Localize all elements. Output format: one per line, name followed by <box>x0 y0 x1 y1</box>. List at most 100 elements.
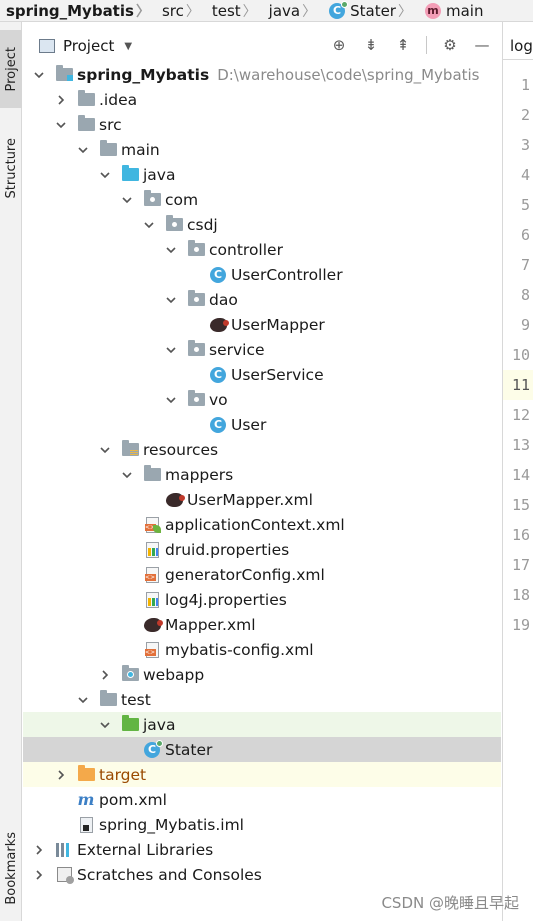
tree-item-label: mappers <box>165 465 234 484</box>
tab-bookmarks[interactable]: Bookmarks <box>0 822 22 914</box>
project-window-icon <box>39 39 55 53</box>
breadcrumb-item-src[interactable]: src 〉 <box>154 0 204 21</box>
tree-row[interactable]: C Stater <box>23 737 501 762</box>
editor-tab[interactable]: log <box>503 32 533 60</box>
chevron-down-icon[interactable] <box>165 294 177 306</box>
tree-row[interactable]: vo <box>23 387 501 412</box>
tree-item-label: service <box>209 340 265 359</box>
chevron-down-icon[interactable] <box>99 444 111 456</box>
xml-icon: <> <box>143 641 161 658</box>
chevron-down-icon[interactable] <box>165 394 177 406</box>
tree-item-label: src <box>99 115 122 134</box>
gear-icon[interactable]: ⚙ <box>441 36 459 54</box>
tree-item-label: spring_Mybatis.iml <box>99 815 244 834</box>
tree-row[interactable]: main <box>23 137 501 162</box>
tree-item-label: java <box>143 715 176 734</box>
tree-row[interactable]: <> applicationContext.xml <box>23 512 501 537</box>
tab-structure[interactable]: Structure <box>0 122 22 214</box>
hide-icon[interactable]: — <box>473 36 491 54</box>
tree-row[interactable]: m pom.xml <box>23 787 501 812</box>
chevron-down-icon[interactable] <box>143 219 155 231</box>
tree-row[interactable]: src <box>23 112 501 137</box>
line-number-gutter: 1 2 3 4 5 6 7 8 9 10 11 12 13 14 15 16 17 18 19 <box>503 70 533 640</box>
tree-row[interactable]: java <box>23 162 501 187</box>
chevron-right-icon[interactable] <box>33 844 45 856</box>
tree-row[interactable]: C UserController <box>23 262 501 287</box>
line-number: 15 <box>511 496 530 514</box>
properties-icon <box>143 541 161 558</box>
tree-row[interactable]: Scratches and Consoles <box>23 862 501 887</box>
tree-row[interactable]: dao <box>23 287 501 312</box>
tree-row[interactable]: test <box>23 687 501 712</box>
chevron-down-icon[interactable] <box>77 694 89 706</box>
collapse-all-icon[interactable]: ⇞ <box>394 36 412 54</box>
tree-row[interactable]: spring_Mybatis D:\warehouse\code\spring_M… <box>23 62 501 87</box>
tree-row[interactable]: C User <box>23 412 501 437</box>
tree-row[interactable]: log4j.properties <box>23 587 501 612</box>
package-icon <box>187 290 205 308</box>
tree-row[interactable]: druid.properties <box>23 537 501 562</box>
line-number: 2 <box>520 106 530 124</box>
tree-item-label: vo <box>209 390 228 409</box>
chevron-right-icon: 〉 <box>135 3 150 20</box>
tree-row[interactable]: java <box>23 712 501 737</box>
tree-row[interactable]: webapp <box>23 662 501 687</box>
tool-window-title[interactable]: Project <box>63 37 114 55</box>
chevron-down-icon[interactable] <box>121 469 133 481</box>
tree-row[interactable]: resources <box>23 437 501 462</box>
expand-all-icon[interactable]: ⇟ <box>362 36 380 54</box>
chevron-down-icon[interactable] <box>165 344 177 356</box>
chevron-right-icon[interactable] <box>55 94 67 106</box>
excluded-folder-icon <box>77 765 95 783</box>
line-number: 1 <box>520 76 530 94</box>
chevron-down-icon[interactable] <box>33 69 45 81</box>
tree-item-label: druid.properties <box>165 540 290 559</box>
tree-item-label: Stater <box>165 740 213 759</box>
tree-row[interactable]: External Libraries <box>23 837 501 862</box>
chevron-down-icon[interactable] <box>121 194 133 206</box>
tree-row[interactable]: spring_Mybatis.iml <box>23 812 501 837</box>
locate-icon[interactable]: ⊕ <box>330 36 348 54</box>
breadcrumb-item-test[interactable]: test 〉 <box>204 0 261 21</box>
chevron-down-icon[interactable] <box>55 119 67 131</box>
run-class-icon: C <box>328 0 349 19</box>
tree-item-label: log4j.properties <box>165 590 287 609</box>
breadcrumb-item-stater[interactable]: C Stater 〉 <box>320 0 416 21</box>
package-icon <box>187 340 205 358</box>
tree-item-label: resources <box>143 440 219 459</box>
iml-icon <box>77 816 95 833</box>
tree-row[interactable]: csdj <box>23 212 501 237</box>
tree-row[interactable]: com <box>23 187 501 212</box>
chevron-right-icon[interactable] <box>33 869 45 881</box>
tree-row[interactable]: <> generatorConfig.xml <box>23 562 501 587</box>
line-number: 6 <box>520 226 530 244</box>
chevron-right-icon[interactable] <box>99 669 111 681</box>
tab-project[interactable]: Project <box>0 30 22 108</box>
package-icon <box>165 215 183 233</box>
tree-row[interactable]: UserMapper <box>23 312 501 337</box>
package-icon <box>187 390 205 408</box>
tree-item-label: applicationContext.xml <box>165 515 345 534</box>
tree-row[interactable]: mappers <box>23 462 501 487</box>
class-icon: C <box>209 266 227 283</box>
tree-item-label: webapp <box>143 665 205 684</box>
tree-row[interactable]: C UserService <box>23 362 501 387</box>
tree-row[interactable]: Mapper.xml <box>23 612 501 637</box>
chevron-down-icon[interactable] <box>99 169 111 181</box>
tree-row[interactable]: controller <box>23 237 501 262</box>
chevron-down-icon[interactable] <box>165 244 177 256</box>
run-class-icon: C <box>143 739 163 758</box>
tree-row[interactable]: .idea <box>23 87 501 112</box>
chevron-down-icon[interactable]: ▼ <box>124 41 132 52</box>
tree-row[interactable]: UserMapper.xml <box>23 487 501 512</box>
tree-row[interactable]: <> mybatis-config.xml <box>23 637 501 662</box>
breadcrumb-item-main[interactable]: m main <box>416 0 487 21</box>
chevron-right-icon: 〉 <box>397 3 412 20</box>
tree-row[interactable]: service <box>23 337 501 362</box>
chevron-down-icon[interactable] <box>77 144 89 156</box>
tree-row[interactable]: target <box>23 762 501 787</box>
breadcrumb-item-project[interactable]: spring_Mybatis 〉 <box>0 0 154 21</box>
breadcrumb-item-java[interactable]: java 〉 <box>261 0 320 21</box>
chevron-down-icon[interactable] <box>99 719 111 731</box>
chevron-right-icon[interactable] <box>55 769 67 781</box>
